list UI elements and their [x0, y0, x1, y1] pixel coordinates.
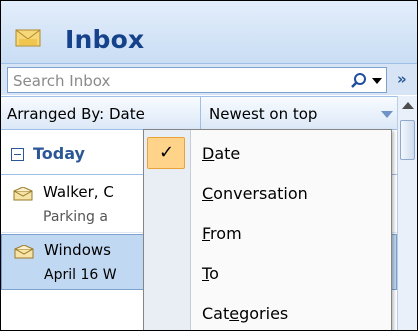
checkmark-icon: ✓: [159, 142, 175, 163]
search-input[interactable]: Search Inbox: [7, 67, 387, 93]
menu-item-label: Date: [202, 144, 241, 163]
outlook-inbox-pane: Inbox Search Inbox » Arranged By: Date N…: [0, 0, 418, 331]
menu-item-label: Categories: [202, 304, 289, 323]
vertical-scrollbar[interactable]: [397, 96, 417, 330]
collapse-icon[interactable]: [11, 148, 24, 161]
chevron-down-icon[interactable]: [372, 78, 382, 84]
scroll-thumb[interactable]: [400, 120, 415, 160]
envelope-open-icon: [14, 245, 34, 259]
column-divider: [200, 97, 201, 131]
search-icon[interactable]: [350, 72, 368, 90]
menu-item-label: Conversation: [202, 184, 308, 203]
menu-item-conversation[interactable]: Conversation: [144, 175, 391, 215]
search-row: Search Inbox »: [1, 63, 417, 95]
sort-order-button[interactable]: Newest on top: [209, 105, 317, 123]
sort-arrow-icon[interactable]: [381, 111, 393, 118]
envelope-open-icon: [13, 187, 33, 201]
folder-header: Inbox: [1, 1, 417, 63]
group-label: Today: [33, 144, 85, 163]
menu-item-to[interactable]: To: [144, 255, 391, 295]
arranged-by-button[interactable]: Arranged By: Date: [7, 105, 145, 123]
message-preview: Parking a: [43, 209, 108, 225]
menu-item-label: From: [202, 224, 242, 243]
checked-indicator: ✓: [147, 137, 185, 169]
menu-item-from[interactable]: From: [144, 215, 391, 255]
menu-item-label: To: [202, 264, 219, 283]
menu-item-date[interactable]: ✓ Date: [144, 135, 391, 175]
arrange-by-menu: ✓ Date Conversation From To Categories: [143, 129, 392, 330]
message-sender: Walker, C: [43, 183, 114, 201]
menu-item-categories[interactable]: Categories: [144, 295, 391, 330]
scroll-up-icon[interactable]: [402, 102, 414, 109]
folder-title: Inbox: [65, 25, 145, 54]
message-preview: April 16 W: [44, 267, 117, 283]
arrange-header: Arranged By: Date Newest on top: [1, 96, 417, 131]
message-sender: Windows: [44, 241, 111, 259]
expand-query-icon[interactable]: »: [397, 70, 407, 88]
search-placeholder: Search Inbox: [13, 72, 111, 90]
inbox-folder-icon: [15, 29, 41, 47]
